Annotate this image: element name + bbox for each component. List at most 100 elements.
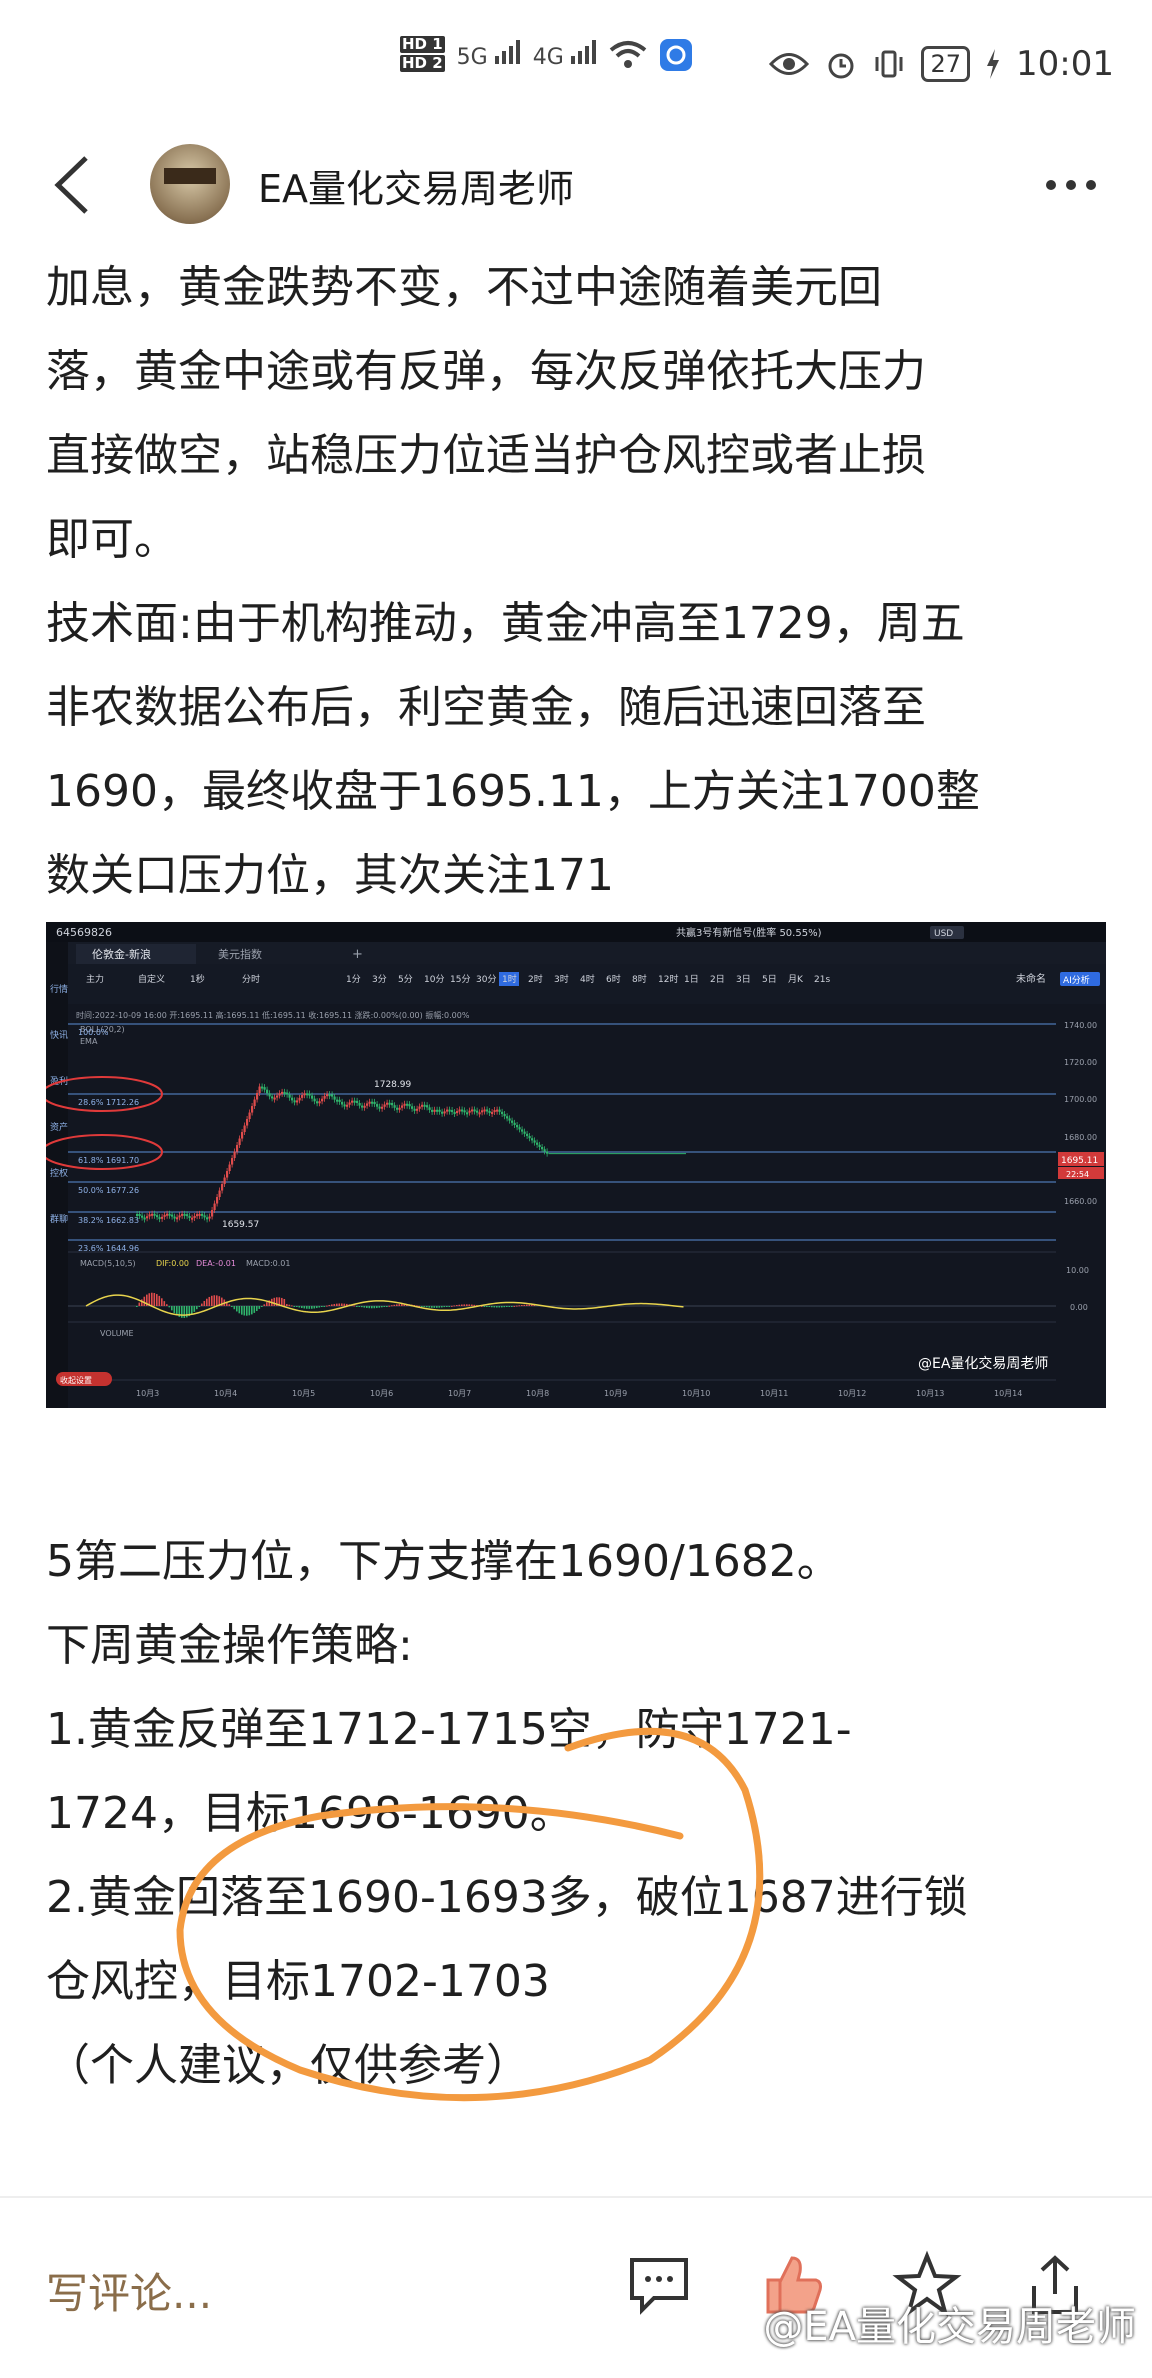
chart-title-right: 共赢3号有新信号(胜率 50.55%) <box>676 926 822 939</box>
status-left: HD 1 HD 2 5G 4G <box>400 36 693 74</box>
timeframe-button[interactable]: 3日 <box>736 974 751 985</box>
macd-bar <box>521 1305 523 1307</box>
tab-add-button[interactable]: + <box>352 947 363 962</box>
macd-bar <box>493 1306 496 1308</box>
macd-bar <box>356 1306 358 1307</box>
macd-bar <box>488 1306 491 1307</box>
macd-bar <box>361 1306 363 1308</box>
macd-bar <box>383 1306 386 1307</box>
top-nav-bar: EA量化交易周老师 <box>0 134 1152 238</box>
macd-bar <box>386 1306 388 1307</box>
timeframe-button[interactable]: 5日 <box>762 974 777 985</box>
macd-bar <box>243 1306 246 1316</box>
signal-5g-icon: 5G <box>457 40 521 70</box>
macd-bar <box>503 1306 506 1308</box>
macd-bar <box>461 1304 463 1306</box>
macd-bar <box>366 1306 368 1308</box>
toolbar-item[interactable]: 主力 <box>86 973 104 985</box>
side-nav-item[interactable]: 快讯 <box>50 1029 68 1041</box>
macd-bar <box>168 1306 171 1308</box>
macd-bar <box>213 1295 216 1306</box>
macd-bar <box>381 1306 383 1308</box>
macd-bar <box>498 1306 501 1308</box>
macd-bar <box>396 1304 398 1306</box>
timeframe-button[interactable]: 8时 <box>632 973 647 985</box>
timeframe-button[interactable]: 5分 <box>398 974 413 985</box>
macd-bar <box>451 1305 453 1307</box>
avatar[interactable] <box>150 144 230 224</box>
fib-level-label: 100.0% <box>78 1028 109 1037</box>
macd-bar <box>161 1298 163 1306</box>
section2-line: 1.黄金反弹至1712-1715空，防守1721- <box>46 1704 852 1755</box>
timeframe-button[interactable]: 4时 <box>580 973 595 985</box>
macd-bar <box>273 1297 276 1306</box>
clock: 10:01 <box>1016 44 1114 84</box>
author-name[interactable]: EA量化交易周老师 <box>258 158 574 213</box>
macd-bar <box>246 1306 248 1316</box>
timeframe-button[interactable]: 21s <box>814 975 830 985</box>
layout-name: 未命名 <box>1016 972 1046 985</box>
toolbar-item[interactable]: 分时 <box>242 973 260 985</box>
macd-bar <box>238 1306 241 1314</box>
tab-dxy[interactable]: 美元指数 <box>218 947 262 961</box>
timeframe-button[interactable]: 3时 <box>554 973 569 985</box>
timeframe-button[interactable]: 2时 <box>528 973 543 985</box>
macd-bar <box>261 1306 263 1307</box>
macd-bar <box>311 1306 313 1309</box>
timeframe-button[interactable]: 1分 <box>346 974 361 985</box>
ai-analysis-button[interactable]: AI分析 <box>1063 974 1090 986</box>
timeframe-button[interactable]: 1日 <box>684 974 699 985</box>
macd-y-top: 10.00 <box>1066 1266 1089 1275</box>
side-nav-item[interactable]: 群聊 <box>50 1213 68 1225</box>
macd-bar <box>336 1303 338 1306</box>
timeframe-button[interactable]: 30分 <box>476 974 496 985</box>
timeframe-button[interactable]: 15分 <box>450 974 470 985</box>
comment-input[interactable]: 写评论... <box>46 2260 212 2321</box>
time-axis-label: 10月13 <box>916 1389 944 1398</box>
time-axis-label: 10月8 <box>526 1389 549 1398</box>
section2-line: 5第二压力位，下方支撑在1690/1682。 <box>46 1536 841 1587</box>
timeframe-button[interactable]: 10分 <box>424 974 444 985</box>
timeframe-button[interactable]: 1时 <box>502 973 517 985</box>
timeframe-button[interactable]: 月K <box>788 974 804 985</box>
high-marker: 1728.99 <box>374 1080 411 1090</box>
chart-image[interactable]: 64569826 共赢3号有新信号(胜率 50.55%) USD 伦敦金-新浪 … <box>46 922 1106 1408</box>
macd-bar <box>483 1306 486 1307</box>
time-axis-label: 10月11 <box>760 1389 788 1398</box>
macd-bar <box>421 1306 423 1307</box>
side-nav-item[interactable]: 资产 <box>50 1121 68 1133</box>
fib-level-label: 61.8% 1691.70 <box>78 1156 139 1165</box>
section2-line: 2.黄金回落至1690-1693多，破位1687进行锁 <box>46 1872 968 1923</box>
macd-bar <box>208 1296 211 1306</box>
macd-bar <box>506 1306 508 1307</box>
toolbar-item[interactable]: 1秒 <box>190 973 205 985</box>
currency-select[interactable]: USD <box>934 929 953 939</box>
timeframe-button[interactable]: 12时 <box>658 973 678 985</box>
macd-bar <box>253 1306 256 1313</box>
wifi-icon <box>609 41 647 68</box>
macd-bar <box>501 1306 503 1308</box>
toolbar-item[interactable]: 自定义 <box>138 973 165 985</box>
timeframe-button[interactable]: 2日 <box>710 974 725 985</box>
strategy-section: 5第二压力位，下方支撑在1690/1682。 下周黄金操作策略: 1.黄金反弹至17… <box>46 1520 1116 2108</box>
macd-bar <box>228 1304 231 1306</box>
macd-bar <box>471 1304 473 1306</box>
back-button[interactable] <box>44 150 104 220</box>
macd-bar <box>431 1306 433 1308</box>
chart-account: 64569826 <box>56 926 112 939</box>
macd-bar <box>293 1306 296 1307</box>
collapse-settings-button[interactable]: 收起设置 <box>60 1375 92 1385</box>
macd-bar <box>486 1306 488 1307</box>
tab-gold[interactable]: 伦敦金-新浪 <box>92 947 151 961</box>
macd-bar <box>318 1306 321 1308</box>
image-watermark: @EA量化交易周老师 <box>763 2304 1136 2350</box>
macd-bar <box>433 1306 436 1308</box>
side-nav-item[interactable]: 控权 <box>50 1167 68 1179</box>
macd-bar <box>343 1303 346 1306</box>
macd-bar <box>158 1295 161 1306</box>
comment-icon[interactable] <box>624 2250 694 2320</box>
timeframe-button[interactable]: 3分 <box>372 974 387 985</box>
timeframe-button[interactable]: 6时 <box>606 973 621 985</box>
more-options-button[interactable] <box>1046 170 1116 200</box>
side-nav-item[interactable]: 行情 <box>50 983 68 995</box>
